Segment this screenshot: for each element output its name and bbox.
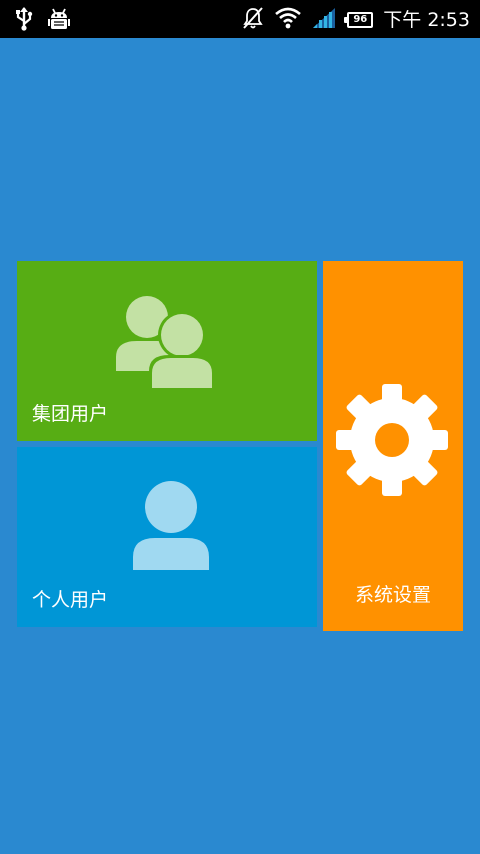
- personal-users-label: 个人用户: [32, 589, 109, 611]
- clock: 下午 2:53: [383, 9, 470, 31]
- group-users-tile[interactable]: 集团用户: [17, 261, 317, 441]
- battery-level: 96: [353, 14, 368, 25]
- android-debug-icon: [48, 7, 70, 35]
- personal-users-tile[interactable]: 个人用户: [17, 447, 317, 627]
- group-users-label: 集团用户: [32, 403, 109, 425]
- group-users-icon: [115, 293, 215, 393]
- system-settings-tile[interactable]: 系统设置: [323, 261, 463, 631]
- usb-icon: [14, 7, 34, 35]
- notifications-muted-icon: [241, 6, 265, 34]
- battery-icon: 96: [344, 12, 374, 28]
- system-settings-label: 系统设置: [354, 584, 431, 606]
- wifi-icon: [275, 7, 302, 33]
- status-bar: 96 下午 2:53: [0, 0, 480, 38]
- signal-icon: [311, 7, 337, 33]
- user-icon: [132, 481, 210, 577]
- gear-icon: [336, 384, 448, 500]
- status-bar-right: 96 下午 2:53: [241, 6, 470, 34]
- status-bar-left: [14, 7, 70, 35]
